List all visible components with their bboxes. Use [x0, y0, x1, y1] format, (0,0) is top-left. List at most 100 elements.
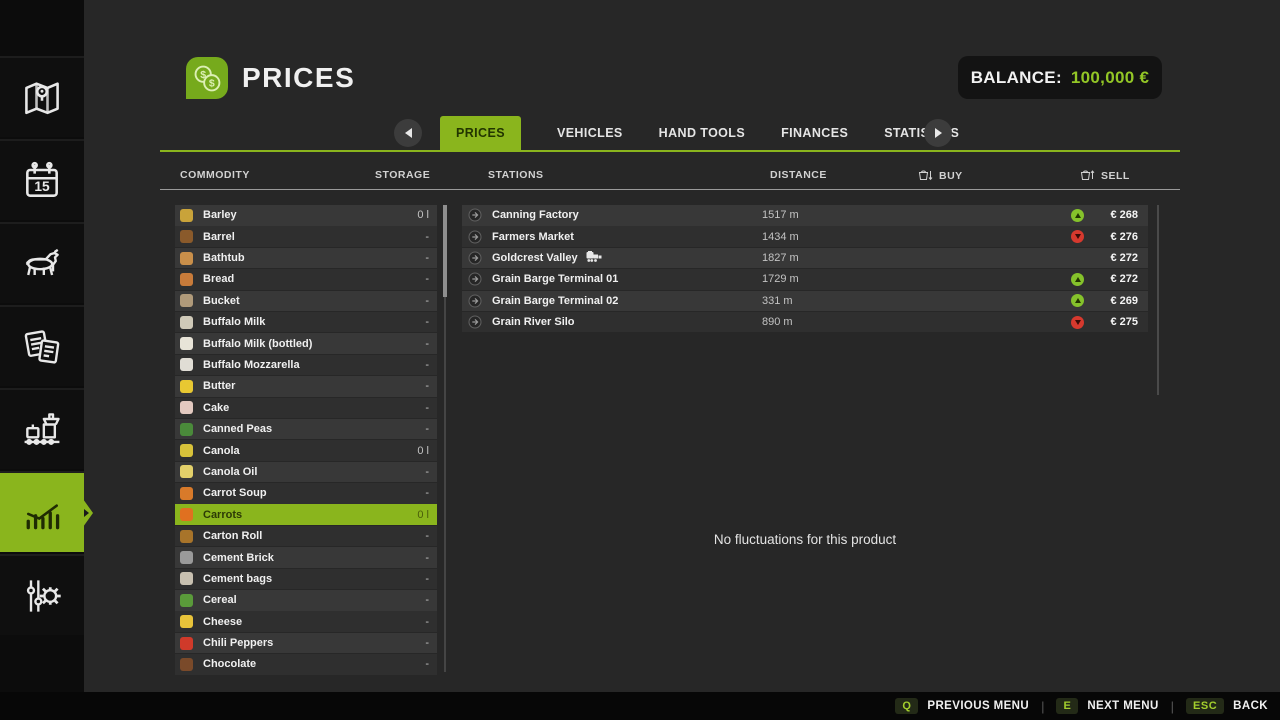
commodity-row[interactable]: Barrel -	[175, 226, 437, 247]
commodity-row[interactable]: Canned Peas -	[175, 418, 437, 440]
keycap-esc: ESC	[1186, 698, 1225, 714]
cement-brick-icon	[180, 551, 193, 564]
commodity-storage: -	[425, 637, 429, 650]
commodity-row[interactable]: Bread -	[175, 269, 437, 290]
commodity-name: Cement bags	[203, 572, 273, 585]
sidebar-item-settings[interactable]	[0, 554, 84, 635]
commodity-row[interactable]: Barley 0 l	[175, 205, 437, 226]
station-distance: 331 m	[762, 294, 793, 307]
station-row[interactable]: Grain River Silo 890 m € 275	[462, 311, 1148, 333]
sidebar-item-contracts[interactable]	[0, 305, 84, 386]
commodity-name: Carrot Soup	[203, 487, 267, 500]
footer-hint-next-menu[interactable]: E NEXT MENU	[1056, 698, 1158, 714]
bread-icon	[180, 272, 193, 286]
stations-scrollbar[interactable]	[1157, 205, 1159, 395]
commodity-row[interactable]: Bucket -	[175, 290, 437, 312]
station-row[interactable]: Farmers Market 1434 m € 276	[462, 226, 1148, 247]
settings-icon	[26, 579, 61, 612]
sidebar-item-animals[interactable]	[0, 222, 84, 303]
station-row[interactable]: Grain Barge Terminal 02 331 m € 269	[462, 290, 1148, 312]
tab-hand-tools[interactable]: HAND TOOLS	[659, 116, 745, 150]
commodity-storage: -	[425, 358, 429, 371]
tabs-next-button[interactable]	[924, 119, 952, 147]
keycap-q: Q	[895, 698, 919, 714]
commodity-row[interactable]: Cereal -	[175, 590, 437, 611]
commodity-storage: -	[425, 316, 429, 329]
station-row[interactable]: Grain Barge Terminal 01 1729 m € 272	[462, 269, 1148, 290]
station-name: Grain River Silo	[492, 316, 575, 329]
commodity-row[interactable]: Chocolate -	[175, 654, 437, 675]
sidebar-item-production[interactable]	[0, 388, 84, 469]
sidebar-item-map[interactable]	[0, 56, 84, 137]
calendar-icon: 15	[26, 161, 58, 197]
station-marker-icon	[468, 272, 482, 286]
commodity-name: Buffalo Mozzarella	[203, 358, 300, 371]
contracts-icon	[24, 329, 60, 364]
commodity-row[interactable]: Butter -	[175, 376, 437, 397]
cow-icon	[25, 248, 59, 275]
footer-hint-back[interactable]: ESC BACK	[1186, 698, 1268, 714]
balance-label: BALANCE:	[970, 67, 1062, 87]
commodity-row[interactable]: Bathtub -	[175, 247, 437, 269]
commodity-row[interactable]: Chili Peppers -	[175, 632, 437, 654]
production-icon	[24, 412, 60, 445]
commodity-name: Cake	[203, 401, 230, 414]
commodity-row[interactable]: Buffalo Mozzarella -	[175, 354, 437, 376]
station-sell-price: € 276	[1110, 230, 1138, 243]
tab-prices[interactable]: PRICES	[440, 116, 521, 150]
commodity-row[interactable]: Carrot Soup -	[175, 483, 437, 504]
tab-vehicles[interactable]: VEHICLES	[557, 116, 623, 150]
stations-list: Canning Factory 1517 m € 268 Farmers Market…	[462, 205, 1148, 333]
commodity-row[interactable]: Buffalo Milk -	[175, 311, 437, 333]
map-icon	[25, 81, 59, 114]
commodity-row[interactable]: Canola Oil -	[175, 461, 437, 483]
canned-peas-icon	[180, 422, 193, 436]
arrow-right-icon	[934, 128, 942, 138]
svg-text:$: $	[209, 78, 215, 90]
sidebar-item-prices[interactable]	[0, 471, 93, 552]
commodity-row[interactable]: Cement bags -	[175, 568, 437, 590]
sidebar-item-calendar[interactable]: 15	[0, 139, 84, 220]
station-row[interactable]: Goldcrest Valley 1827 m € 272	[462, 247, 1148, 269]
commodity-storage: -	[425, 294, 429, 307]
station-distance: 1827 m	[762, 252, 799, 265]
commodity-row[interactable]: Canola 0 l	[175, 440, 437, 461]
station-marker-icon	[468, 251, 482, 265]
station-distance: 1434 m	[762, 230, 799, 243]
active-item-notch	[83, 498, 93, 527]
hint-label: PREVIOUS MENU	[927, 700, 1030, 712]
commodity-row[interactable]: Cake -	[175, 397, 437, 419]
tabs-prev-button[interactable]	[394, 119, 422, 147]
station-name: Farmers Market	[492, 230, 574, 243]
commodity-row[interactable]: Carton Roll -	[175, 525, 437, 547]
barrel-icon	[180, 230, 193, 244]
commodity-storage: -	[425, 423, 429, 436]
station-sell-price: € 275	[1110, 316, 1138, 329]
commodity-row[interactable]: Carrots 0 l	[175, 504, 437, 525]
tab-finances[interactable]: FINANCES	[781, 116, 848, 150]
footer-hint-previous-menu[interactable]: Q PREVIOUS MENU	[895, 698, 1029, 714]
station-name: Grain Barge Terminal 02	[492, 294, 619, 307]
commodity-scrollbar-thumb[interactable]	[443, 205, 447, 297]
station-marker-icon	[468, 208, 482, 222]
commodity-storage: -	[425, 551, 429, 564]
arrow-left-icon	[404, 128, 412, 138]
commodity-name: Carton Roll	[203, 530, 263, 543]
carton-roll-icon	[180, 529, 193, 543]
commodity-storage: -	[425, 572, 429, 585]
bucket-icon	[180, 294, 193, 308]
station-name: Canning Factory	[492, 209, 579, 222]
balance-badge: BALANCE: 100,000 €	[958, 56, 1162, 99]
footer-separator: |	[1041, 698, 1045, 714]
commodity-storage: -	[425, 380, 429, 393]
commodity-row[interactable]: Cheese -	[175, 611, 437, 632]
buffalo-milk-bottled-icon	[180, 337, 193, 351]
svg-text:15: 15	[34, 179, 50, 194]
barley-icon	[180, 208, 193, 222]
buffalo-milk-icon	[180, 315, 193, 329]
station-row[interactable]: Canning Factory 1517 m € 268	[462, 205, 1148, 226]
price-down-icon	[1071, 230, 1084, 244]
commodity-name: Canola	[203, 444, 240, 457]
commodity-row[interactable]: Cement Brick -	[175, 547, 437, 568]
commodity-row[interactable]: Buffalo Milk (bottled) -	[175, 333, 437, 354]
